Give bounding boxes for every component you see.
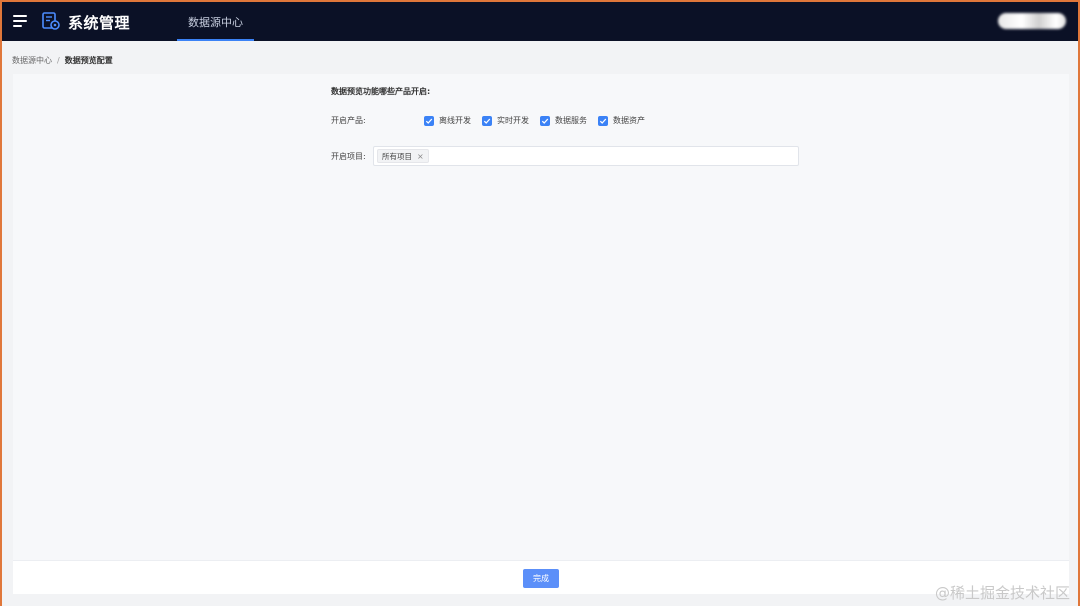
checkbox-label: 实时开发: [497, 116, 529, 125]
selected-tag-all-projects: 所有项目 ×: [377, 149, 429, 163]
checkbox-label: 离线开发: [439, 116, 471, 125]
checkbox-offline-dev[interactable]: 离线开发: [424, 115, 471, 126]
top-navigation-bar: 系统管理 数据源中心: [2, 2, 1078, 41]
watermark: @稀土掘金技术社区: [934, 584, 1070, 602]
project-label: 开启项目:: [331, 152, 366, 161]
project-multi-select[interactable]: 所有项目 ×: [373, 146, 799, 166]
tag-label: 所有项目: [382, 151, 412, 161]
checkbox-realtime-dev[interactable]: 实时开发: [482, 115, 529, 126]
product-label: 开启产品:: [331, 116, 366, 125]
checkbox-data-asset[interactable]: 数据资产: [598, 115, 645, 126]
footer-bar: 完成: [13, 560, 1069, 594]
breadcrumb-parent-link[interactable]: 数据源中心: [12, 55, 52, 66]
checkbox-checked-icon[interactable]: [598, 115, 608, 126]
tag-close-icon[interactable]: ×: [417, 152, 424, 161]
done-button[interactable]: 完成: [523, 569, 559, 588]
checkbox-label: 数据服务: [555, 116, 587, 125]
breadcrumb-current: 数据预览配置: [64, 56, 113, 65]
breadcrumb-separator: /: [57, 56, 60, 65]
checkbox-checked-icon[interactable]: [482, 115, 492, 126]
checkbox-data-service[interactable]: 数据服务: [540, 115, 587, 126]
hamburger-menu-icon[interactable]: [13, 15, 27, 27]
user-avatar-menu[interactable]: [998, 13, 1066, 29]
checkbox-label: 数据资产: [613, 116, 645, 125]
product-checkbox-group: 离线开发 实时开发 数据服务 数据资产: [424, 115, 645, 126]
breadcrumb: 数据源中心 / 数据预览配置: [12, 55, 113, 66]
system-logo-icon: [42, 12, 60, 30]
app-title: 系统管理: [68, 14, 131, 32]
section-title: 数据预览功能哪些产品开启:: [331, 87, 431, 96]
checkbox-checked-icon[interactable]: [540, 115, 550, 126]
tab-data-source-center[interactable]: 数据源中心: [177, 2, 254, 41]
checkbox-checked-icon[interactable]: [424, 115, 434, 126]
